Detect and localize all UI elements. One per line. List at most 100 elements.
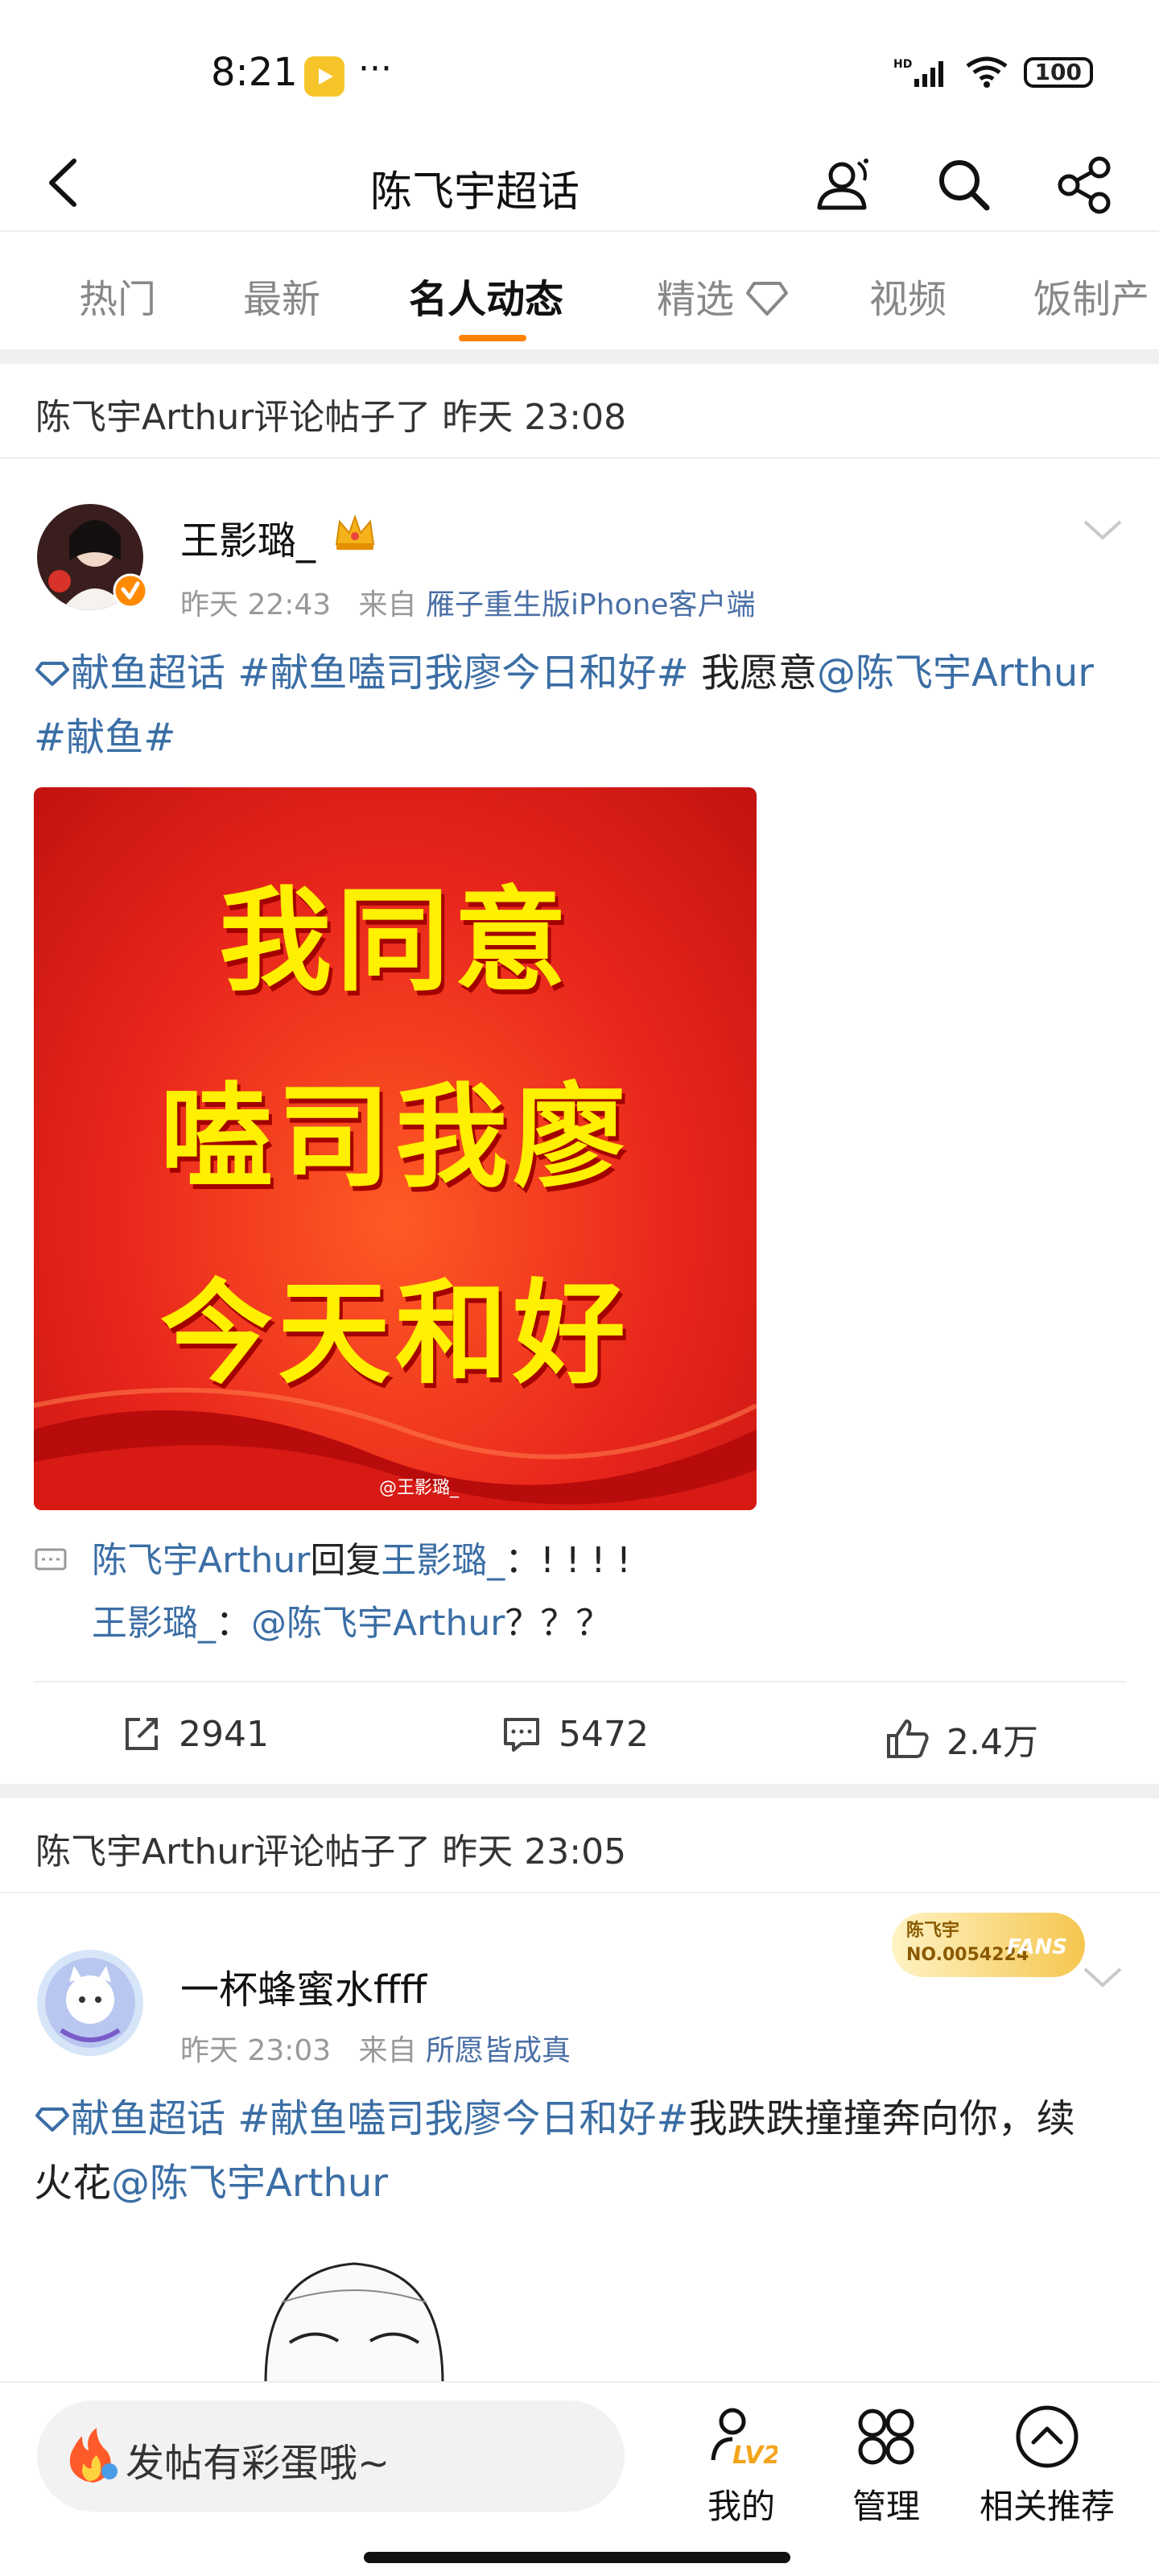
system-icons: HD 100 — [893, 56, 1093, 89]
compose-input[interactable]: 发帖有彩蛋哦~ — [37, 2401, 625, 2512]
section-divider — [0, 349, 1159, 364]
top-navigation: 陈飞宇超话 — [0, 137, 1159, 230]
image-text-line: 嗑司我廖 — [159, 1072, 630, 1203]
tab-video[interactable]: 视频 — [869, 267, 947, 324]
manage-grid-icon — [858, 2409, 914, 2465]
reply-text: ？？？ — [505, 1603, 612, 1644]
diamond-icon — [35, 662, 69, 686]
like-button[interactable]: 2.4万 — [885, 1713, 1038, 1765]
compose-placeholder: 发帖有彩蛋哦~ — [126, 2441, 390, 2486]
supertopic-link[interactable]: 献鱼超话 — [34, 2096, 225, 2141]
hashtag-link[interactable]: #献鱼# — [34, 715, 175, 760]
nav-manage[interactable]: 管理 — [810, 2401, 963, 2529]
reply-separator: ： — [216, 1603, 251, 1644]
source-prefix: 来自 — [358, 2034, 417, 2067]
mention-link[interactable]: @陈飞宇Arthur — [111, 2161, 388, 2206]
nav-related-recommend[interactable]: 相关推荐 — [971, 2401, 1124, 2529]
app-notification-icon — [304, 56, 344, 97]
hashtag-link[interactable]: #献鱼嗑司我廖今日和好# — [237, 650, 688, 696]
wifi-icon — [966, 56, 1008, 88]
nav-mine[interactable]: LV2 我的 — [665, 2401, 818, 2529]
supertopic-link[interactable]: 献鱼超话 — [34, 650, 225, 696]
post-author-name[interactable]: 王影璐_ — [180, 509, 316, 565]
more-notifications-icon: ··· — [358, 48, 392, 89]
tab-hot[interactable]: 热门 — [79, 267, 156, 324]
level-badge-icon: LV2 — [711, 2408, 777, 2470]
fan-badge[interactable]: 陈飞宇 NO.0054224 FANS — [892, 1913, 1085, 1977]
comment-icon — [35, 1548, 67, 1571]
post-source[interactable]: 雁子重生版iPhone客户端 — [426, 588, 756, 621]
diamond-icon — [35, 2107, 69, 2132]
source-prefix: 来自 — [358, 588, 417, 621]
status-bar: 8:21 ··· HD 100 — [0, 0, 1159, 137]
reply-user[interactable]: 陈飞宇Arthur — [92, 1540, 310, 1581]
chevron-up-circle-icon — [1016, 2405, 1079, 2468]
nav-mine-label: 我的 — [707, 2487, 775, 2526]
bottom-bar: 发帖有彩蛋哦~ LV2 我的 管理 相关推荐 — [0, 2381, 1159, 2576]
like-count: 2.4万 — [947, 1722, 1038, 1763]
reply-user[interactable]: 王影璐_ — [92, 1603, 216, 1644]
share-icon[interactable] — [1053, 153, 1117, 217]
post-time: 昨天 23:03 — [180, 2034, 332, 2067]
active-tab-indicator — [459, 335, 526, 341]
page-title: 陈飞宇超话 — [369, 168, 580, 217]
reply-line: 陈飞宇Arthur回复王影璐_：! ! ! ! — [34, 1530, 1080, 1592]
repost-count: 2941 — [179, 1713, 269, 1755]
tab-celebrity-updates[interactable]: 名人动态 — [409, 267, 563, 324]
activity-notice: 陈飞宇Arthur评论帖子了 昨天 23:08 — [0, 364, 1159, 459]
nav-manage-label: 管理 — [852, 2487, 920, 2526]
avatar[interactable] — [37, 1950, 143, 2056]
level-text: LV2 — [732, 2442, 777, 2470]
tab-bar: 热门 最新 名人动态 精选 视频 饭制产 — [0, 230, 1159, 349]
post-actions: 2941 5472 2.4万 — [34, 1681, 1125, 1784]
chevron-down-icon[interactable] — [1080, 1961, 1125, 1993]
community-members-icon[interactable] — [811, 153, 876, 217]
home-indicator[interactable] — [364, 2552, 790, 2563]
hashtag-link[interactable]: #献鱼嗑司我廖今日和好# — [237, 2096, 688, 2141]
tab-featured[interactable]: 精选 — [657, 267, 789, 324]
post-text: 我愿意 — [688, 650, 817, 696]
svg-text:HD: HD — [893, 58, 912, 71]
signal-icon: HD — [893, 58, 943, 87]
activity-notice: 陈飞宇Arthur评论帖子了 昨天 23:05 — [0, 1798, 1159, 1893]
post-source[interactable]: 所愿皆成真 — [426, 2034, 571, 2067]
post-meta: 昨天 22:43 来自 雁子重生版iPhone客户端 — [180, 581, 756, 623]
image-watermark: @王影璐_ — [378, 1478, 459, 1498]
status-time: 8:21 — [211, 50, 298, 95]
battery-indicator: 100 — [1023, 57, 1093, 88]
supertopic-label: 献鱼超话 — [71, 650, 226, 696]
reply-text: ：! ! ! ! — [505, 1540, 631, 1581]
nav-related-label: 相关推荐 — [979, 2487, 1115, 2526]
comment-button[interactable]: 5472 — [501, 1713, 649, 1755]
thumbs-up-icon — [887, 1719, 929, 1758]
flame-icon — [69, 2428, 118, 2483]
repost-button[interactable]: 2941 — [121, 1713, 269, 1755]
comment-count: 5472 — [559, 1713, 649, 1755]
reply-verb: 回复 — [310, 1540, 382, 1581]
image-text-line: 今天和好 — [159, 1269, 630, 1400]
chevron-down-icon[interactable] — [1080, 514, 1125, 546]
comment-preview[interactable]: 陈飞宇Arthur回复王影璐_：! ! ! ! 王影璐_：@陈飞宇Arthur？… — [34, 1530, 1080, 1655]
tab-latest[interactable]: 最新 — [243, 267, 320, 324]
comment-icon — [504, 1718, 539, 1752]
tab-featured-label: 精选 — [657, 277, 735, 322]
section-divider — [0, 1784, 1159, 1798]
supertopic-label: 献鱼超话 — [71, 2096, 226, 2141]
post-image-sketch[interactable] — [258, 2254, 451, 2383]
repost-icon — [126, 1718, 158, 1750]
reply-target[interactable]: 王影璐_ — [381, 1540, 505, 1581]
post-body: 献鱼超话 #献鱼嗑司我廖今日和好#我跌跌撞撞奔向你，续火花@陈飞宇Arthur — [34, 2087, 1112, 2215]
diamond-icon — [746, 282, 789, 316]
post-image[interactable]: 我同意 嗑司我廖 今天和好 @王影璐_ — [34, 787, 757, 1510]
post-time: 昨天 22:43 — [180, 588, 332, 621]
fan-badge-label: FANS — [1006, 1935, 1067, 1959]
reply-line: 王影璐_：@陈飞宇Arthur？？？ — [34, 1592, 1080, 1655]
post-meta: 昨天 23:03 来自 所愿皆成真 — [180, 2027, 571, 2069]
crown-icon — [335, 514, 375, 550]
mention-link[interactable]: @陈飞宇Arthur — [817, 650, 1094, 696]
tab-fan-made[interactable]: 饭制产 — [1033, 267, 1149, 324]
post-author-name[interactable]: 一杯蜂蜜水ffff — [180, 1958, 427, 2014]
mention-link[interactable]: @陈飞宇Arthur — [251, 1603, 505, 1644]
image-text-line: 我同意 — [218, 876, 571, 1007]
search-icon[interactable] — [932, 153, 996, 217]
